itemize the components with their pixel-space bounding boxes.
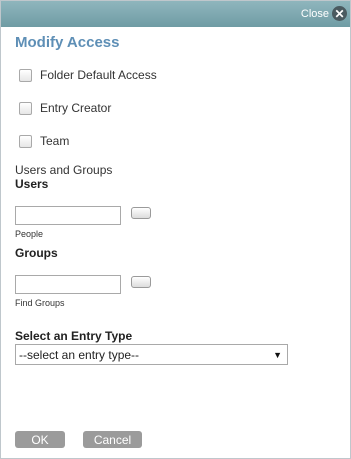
close-label: Close [300, 7, 329, 20]
cancel-button[interactable]: Cancel [83, 431, 142, 448]
dialog-titlebar: Close ✕ [1, 1, 350, 27]
users-and-groups-label: Users and Groups [15, 163, 113, 177]
people-browse-button[interactable] [131, 207, 151, 219]
users-label: Users [15, 177, 49, 191]
dropdown-arrow-icon: ▼ [273, 349, 282, 360]
folder-default-access-label: Folder Default Access [40, 68, 157, 82]
entry-type-label: Select an Entry Type [15, 329, 133, 343]
entry-creator-checkbox[interactable] [19, 101, 32, 115]
find-groups-input[interactable] [15, 275, 121, 294]
folder-default-access-checkbox[interactable] [19, 68, 32, 82]
close-button[interactable]: Close ✕ [301, 6, 347, 21]
people-input[interactable] [15, 206, 121, 225]
entry-creator-label: Entry Creator [40, 101, 112, 115]
team-checkbox[interactable] [19, 134, 32, 148]
find-groups-hint: Find Groups [15, 298, 65, 308]
team-label: Team [40, 134, 70, 148]
entry-creator-option[interactable]: Entry Creator [19, 101, 111, 115]
entry-type-selected-value: --select an entry type-- [19, 347, 140, 362]
dialog-title: Modify Access [15, 34, 120, 51]
groups-browse-button[interactable] [131, 276, 151, 288]
groups-label: Groups [15, 246, 58, 260]
modify-access-dialog: Close ✕ Modify Access Folder Default Acc… [0, 0, 351, 459]
ok-button[interactable]: OK [15, 431, 65, 448]
team-option[interactable]: Team [19, 134, 69, 148]
folder-default-access-option[interactable]: Folder Default Access [19, 68, 157, 82]
close-icon[interactable]: ✕ [332, 6, 347, 21]
people-hint: People [15, 229, 44, 239]
entry-type-select[interactable]: --select an entry type-- ▼ [15, 344, 288, 365]
